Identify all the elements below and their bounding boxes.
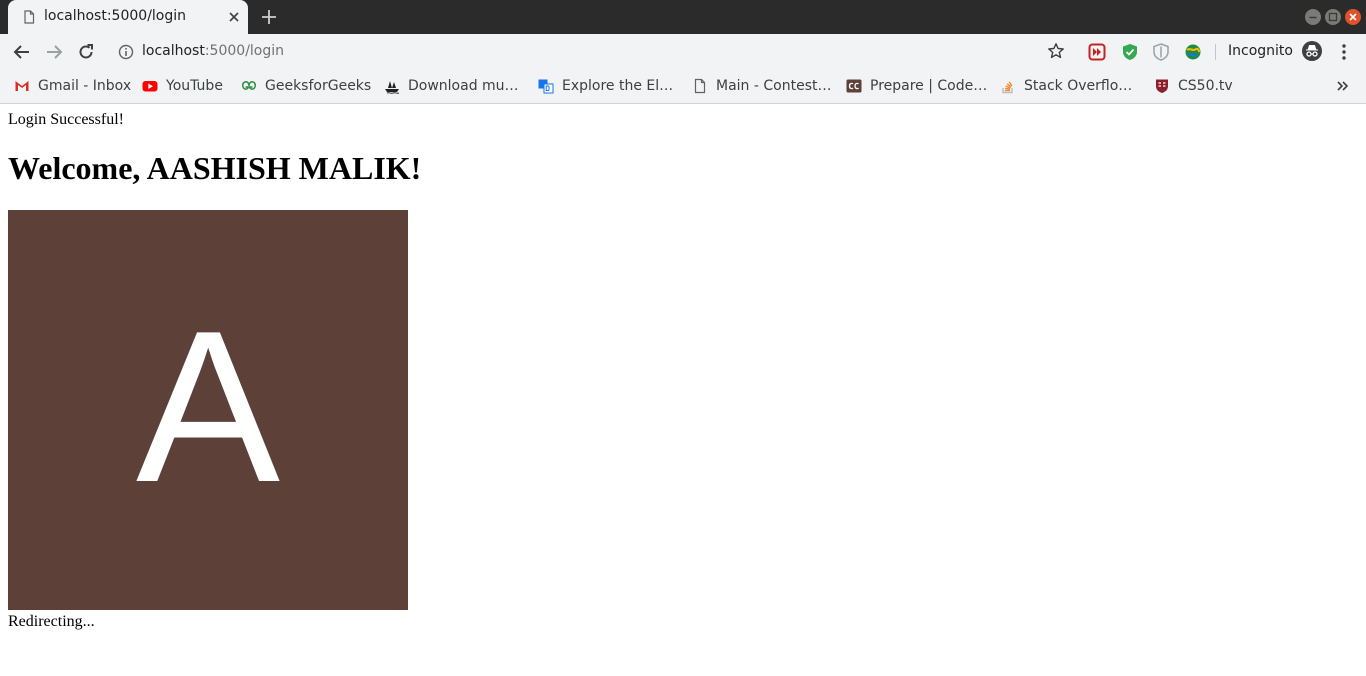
tab-strip: localhost:5000/login xyxy=(0,0,1366,34)
stackoverflow-icon xyxy=(1002,81,1013,94)
page-icon xyxy=(694,78,706,94)
bookmark-label: GeeksforGeeks xyxy=(265,78,372,94)
kebab-menu-icon[interactable] xyxy=(1338,43,1350,61)
incognito-icon[interactable] xyxy=(1302,41,1322,61)
close-tab-icon[interactable] xyxy=(226,9,242,25)
new-tab-icon[interactable] xyxy=(260,8,278,26)
dc-icon xyxy=(538,79,554,94)
bookmark-youtube[interactable]: YouTube xyxy=(142,76,232,96)
bookmark-label: YouTube xyxy=(166,78,223,94)
bookmark-download[interactable]: Download mu… xyxy=(384,76,524,96)
page-icon xyxy=(24,10,35,24)
bookmark-main-contest[interactable]: Main - Contest… xyxy=(692,76,832,96)
toolbar-separator xyxy=(1215,44,1216,60)
avatar: A xyxy=(8,210,408,610)
bookmark-explore[interactable]: Explore the El… xyxy=(538,76,678,96)
tab-title: localhost:5000/login xyxy=(44,8,187,24)
bookmark-gmail[interactable]: Gmail - Inbox xyxy=(14,76,132,96)
youtube-icon xyxy=(142,81,158,92)
bookmark-label: Explore the El… xyxy=(562,78,674,94)
back-arrow-icon[interactable] xyxy=(12,42,32,62)
bookmarks-bar: Gmail - Inbox YouTube GeeksforGeeks Down… xyxy=(0,70,1366,104)
gmail-icon xyxy=(15,81,29,91)
maximize-button[interactable] xyxy=(1325,9,1341,25)
bookmark-label: CS50.tv xyxy=(1178,78,1233,94)
page-content: Login Successful! Welcome, AASHISH MALIK… xyxy=(0,104,1366,676)
url-path: :5000/login xyxy=(204,43,285,59)
globe-extension-icon[interactable] xyxy=(1184,43,1202,61)
avatar-letter: A xyxy=(135,285,281,527)
bookmark-label: Download mu… xyxy=(408,78,519,94)
url-host: localhost xyxy=(142,43,205,59)
bookmark-star-icon[interactable] xyxy=(1047,42,1065,60)
bookmark-label: Gmail - Inbox xyxy=(38,78,132,94)
shield-crest-icon xyxy=(1156,79,1168,93)
welcome-heading: Welcome, AASHISH MALIK! xyxy=(8,150,422,186)
bookmark-label: Stack Overflo… xyxy=(1024,78,1133,94)
url-text: localhost:5000/login xyxy=(142,43,284,59)
shield-check-icon[interactable] xyxy=(1121,43,1139,61)
close-window-button[interactable] xyxy=(1345,9,1361,25)
ship-icon xyxy=(385,81,400,94)
shield-outline-icon[interactable] xyxy=(1152,43,1170,61)
bookmark-prepare[interactable]: Prepare | Code… xyxy=(846,76,988,96)
address-bar[interactable]: localhost:5000/login xyxy=(108,37,1078,67)
reload-icon[interactable] xyxy=(76,42,96,62)
incognito-label: Incognito xyxy=(1228,43,1293,59)
minimize-button[interactable] xyxy=(1305,9,1321,25)
bookmark-label: Main - Contest… xyxy=(716,78,832,94)
bookmark-label: Prepare | Code… xyxy=(870,78,988,94)
bookmark-geeksforgeeks[interactable]: GeeksforGeeks xyxy=(241,76,375,96)
bookmark-cs50[interactable]: CS50.tv xyxy=(1154,76,1234,96)
forward-arrow-icon[interactable] xyxy=(44,42,64,62)
redirect-status: Redirecting... xyxy=(8,613,95,630)
active-tab[interactable]: localhost:5000/login xyxy=(8,0,248,34)
bookmark-stackoverflow[interactable]: Stack Overflo… xyxy=(1000,76,1140,96)
ext-red-play-icon[interactable] xyxy=(1088,43,1106,61)
cc-icon xyxy=(846,79,862,93)
info-icon[interactable] xyxy=(118,44,134,60)
flash-message: Login Successful! xyxy=(8,111,124,128)
chevron-double-right-icon[interactable] xyxy=(1336,77,1350,95)
geeksforgeeks-icon xyxy=(242,81,256,90)
